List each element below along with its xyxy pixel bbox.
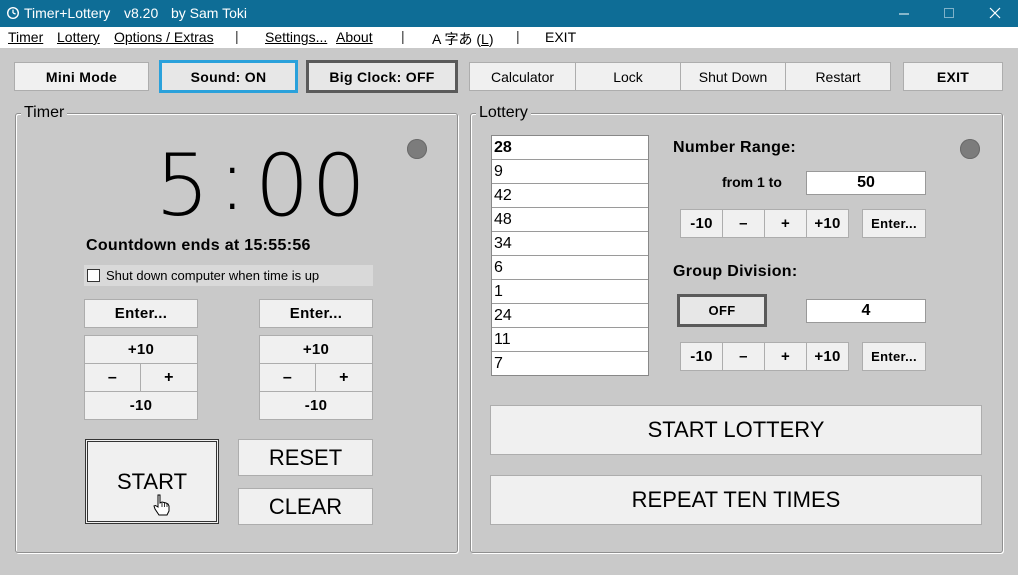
- lottery-group-title: Lottery: [476, 104, 531, 122]
- group-minus-button[interactable]: –: [722, 342, 765, 371]
- lottery-status-indicator: [960, 139, 980, 159]
- group-division-toggle-button[interactable]: OFF: [677, 294, 767, 327]
- app-version: v8.20: [124, 5, 159, 21]
- seconds-minus-button[interactable]: –: [259, 363, 316, 392]
- list-item[interactable]: 6: [492, 256, 648, 280]
- seconds-minus10-button[interactable]: -10: [259, 391, 373, 420]
- lock-button[interactable]: Lock: [575, 62, 681, 91]
- close-icon[interactable]: [972, 0, 1018, 27]
- from-label: from 1 to: [722, 174, 782, 190]
- menu-separator: |: [401, 28, 405, 44]
- group-count-field[interactable]: 4: [806, 299, 926, 323]
- shut-down-button[interactable]: Shut Down: [680, 62, 786, 91]
- range-max-field[interactable]: 50: [806, 171, 926, 195]
- timer-minutes: 5: [155, 136, 212, 236]
- countdown-end-time: Countdown ends at 15:55:56: [86, 237, 311, 254]
- menu-lottery[interactable]: Lottery: [57, 29, 100, 45]
- start-timer-button[interactable]: START: [85, 439, 219, 524]
- minutes-plus-button[interactable]: +: [140, 363, 198, 392]
- list-item[interactable]: 1: [492, 280, 648, 304]
- number-range-label: Number Range:: [673, 139, 797, 156]
- big-clock-toggle-button[interactable]: Big Clock: OFF: [306, 60, 458, 93]
- seconds-enter-button[interactable]: Enter...: [259, 299, 373, 328]
- title-bar[interactable]: Timer+Lottery v8.20 by Sam Toki: [0, 0, 1018, 27]
- seconds-plus10-button[interactable]: +10: [259, 335, 373, 364]
- clock-app-icon: [7, 7, 19, 19]
- seconds-plus-button[interactable]: +: [315, 363, 373, 392]
- timer-display: 5:00: [155, 130, 366, 236]
- range-enter-button[interactable]: Enter...: [862, 209, 926, 238]
- language-label: A 字あ (: [432, 31, 482, 47]
- list-item[interactable]: 42: [492, 184, 648, 208]
- language-key: L: [481, 31, 489, 47]
- hand-pointer-icon: [153, 494, 170, 516]
- app-author: by Sam Toki: [171, 5, 247, 21]
- menu-timer[interactable]: Timer: [8, 29, 43, 45]
- group-enter-button[interactable]: Enter...: [862, 342, 926, 371]
- range-plus-button[interactable]: +: [764, 209, 807, 238]
- lottery-results-list[interactable]: 28 9 42 48 34 6 1 24 11 7: [491, 135, 649, 376]
- list-item[interactable]: 28: [492, 136, 648, 160]
- minutes-plus10-button[interactable]: +10: [84, 335, 198, 364]
- sound-toggle-button[interactable]: Sound: ON: [159, 60, 298, 93]
- range-minus10-button[interactable]: -10: [680, 209, 723, 238]
- timer-group-title: Timer: [21, 104, 68, 122]
- group-division-label: Group Division:: [673, 263, 798, 280]
- clear-button[interactable]: CLEAR: [238, 488, 373, 525]
- timer-status-indicator: [407, 139, 427, 159]
- reset-button[interactable]: RESET: [238, 439, 373, 476]
- minutes-minus-button[interactable]: –: [84, 363, 141, 392]
- maximize-icon[interactable]: [926, 0, 972, 27]
- timer-seconds: 00: [254, 136, 369, 236]
- menu-options-extras[interactable]: Options / Extras: [114, 29, 214, 45]
- menu-exit[interactable]: EXIT: [545, 29, 576, 45]
- menu-language[interactable]: A 字あ (L): [432, 29, 493, 49]
- list-item[interactable]: 48: [492, 208, 648, 232]
- menu-separator: |: [235, 28, 239, 44]
- menu-settings[interactable]: Settings...: [265, 29, 327, 45]
- checkbox-icon[interactable]: [87, 269, 100, 282]
- mini-mode-button[interactable]: Mini Mode: [14, 62, 149, 91]
- list-item[interactable]: 24: [492, 304, 648, 328]
- list-item[interactable]: 11: [492, 328, 648, 352]
- minimize-icon[interactable]: [881, 0, 927, 27]
- shutdown-when-done-checkbox[interactable]: Shut down computer when time is up: [84, 265, 373, 286]
- minutes-minus10-button[interactable]: -10: [84, 391, 198, 420]
- minutes-enter-button[interactable]: Enter...: [84, 299, 198, 328]
- app-title: Timer+Lottery: [24, 5, 111, 21]
- menu-bar: Timer Lottery Options / Extras | Setting…: [0, 27, 1018, 48]
- shutdown-label: Shut down computer when time is up: [106, 268, 320, 283]
- list-item[interactable]: 9: [492, 160, 648, 184]
- calculator-button[interactable]: Calculator: [469, 62, 576, 91]
- list-item[interactable]: 7: [492, 352, 648, 376]
- menu-about[interactable]: About: [336, 29, 373, 45]
- timer-colon: :: [217, 130, 249, 230]
- group-plus10-button[interactable]: +10: [806, 342, 849, 371]
- language-label-end: ): [488, 31, 494, 47]
- range-plus10-button[interactable]: +10: [806, 209, 849, 238]
- exit-button[interactable]: EXIT: [903, 62, 1003, 91]
- list-item[interactable]: 34: [492, 232, 648, 256]
- group-minus10-button[interactable]: -10: [680, 342, 723, 371]
- start-lottery-button[interactable]: START LOTTERY: [490, 405, 982, 455]
- repeat-ten-times-button[interactable]: REPEAT TEN TIMES: [490, 475, 982, 525]
- range-minus-button[interactable]: –: [722, 209, 765, 238]
- menu-separator: |: [516, 28, 520, 44]
- restart-button[interactable]: Restart: [785, 62, 891, 91]
- group-plus-button[interactable]: +: [764, 342, 807, 371]
